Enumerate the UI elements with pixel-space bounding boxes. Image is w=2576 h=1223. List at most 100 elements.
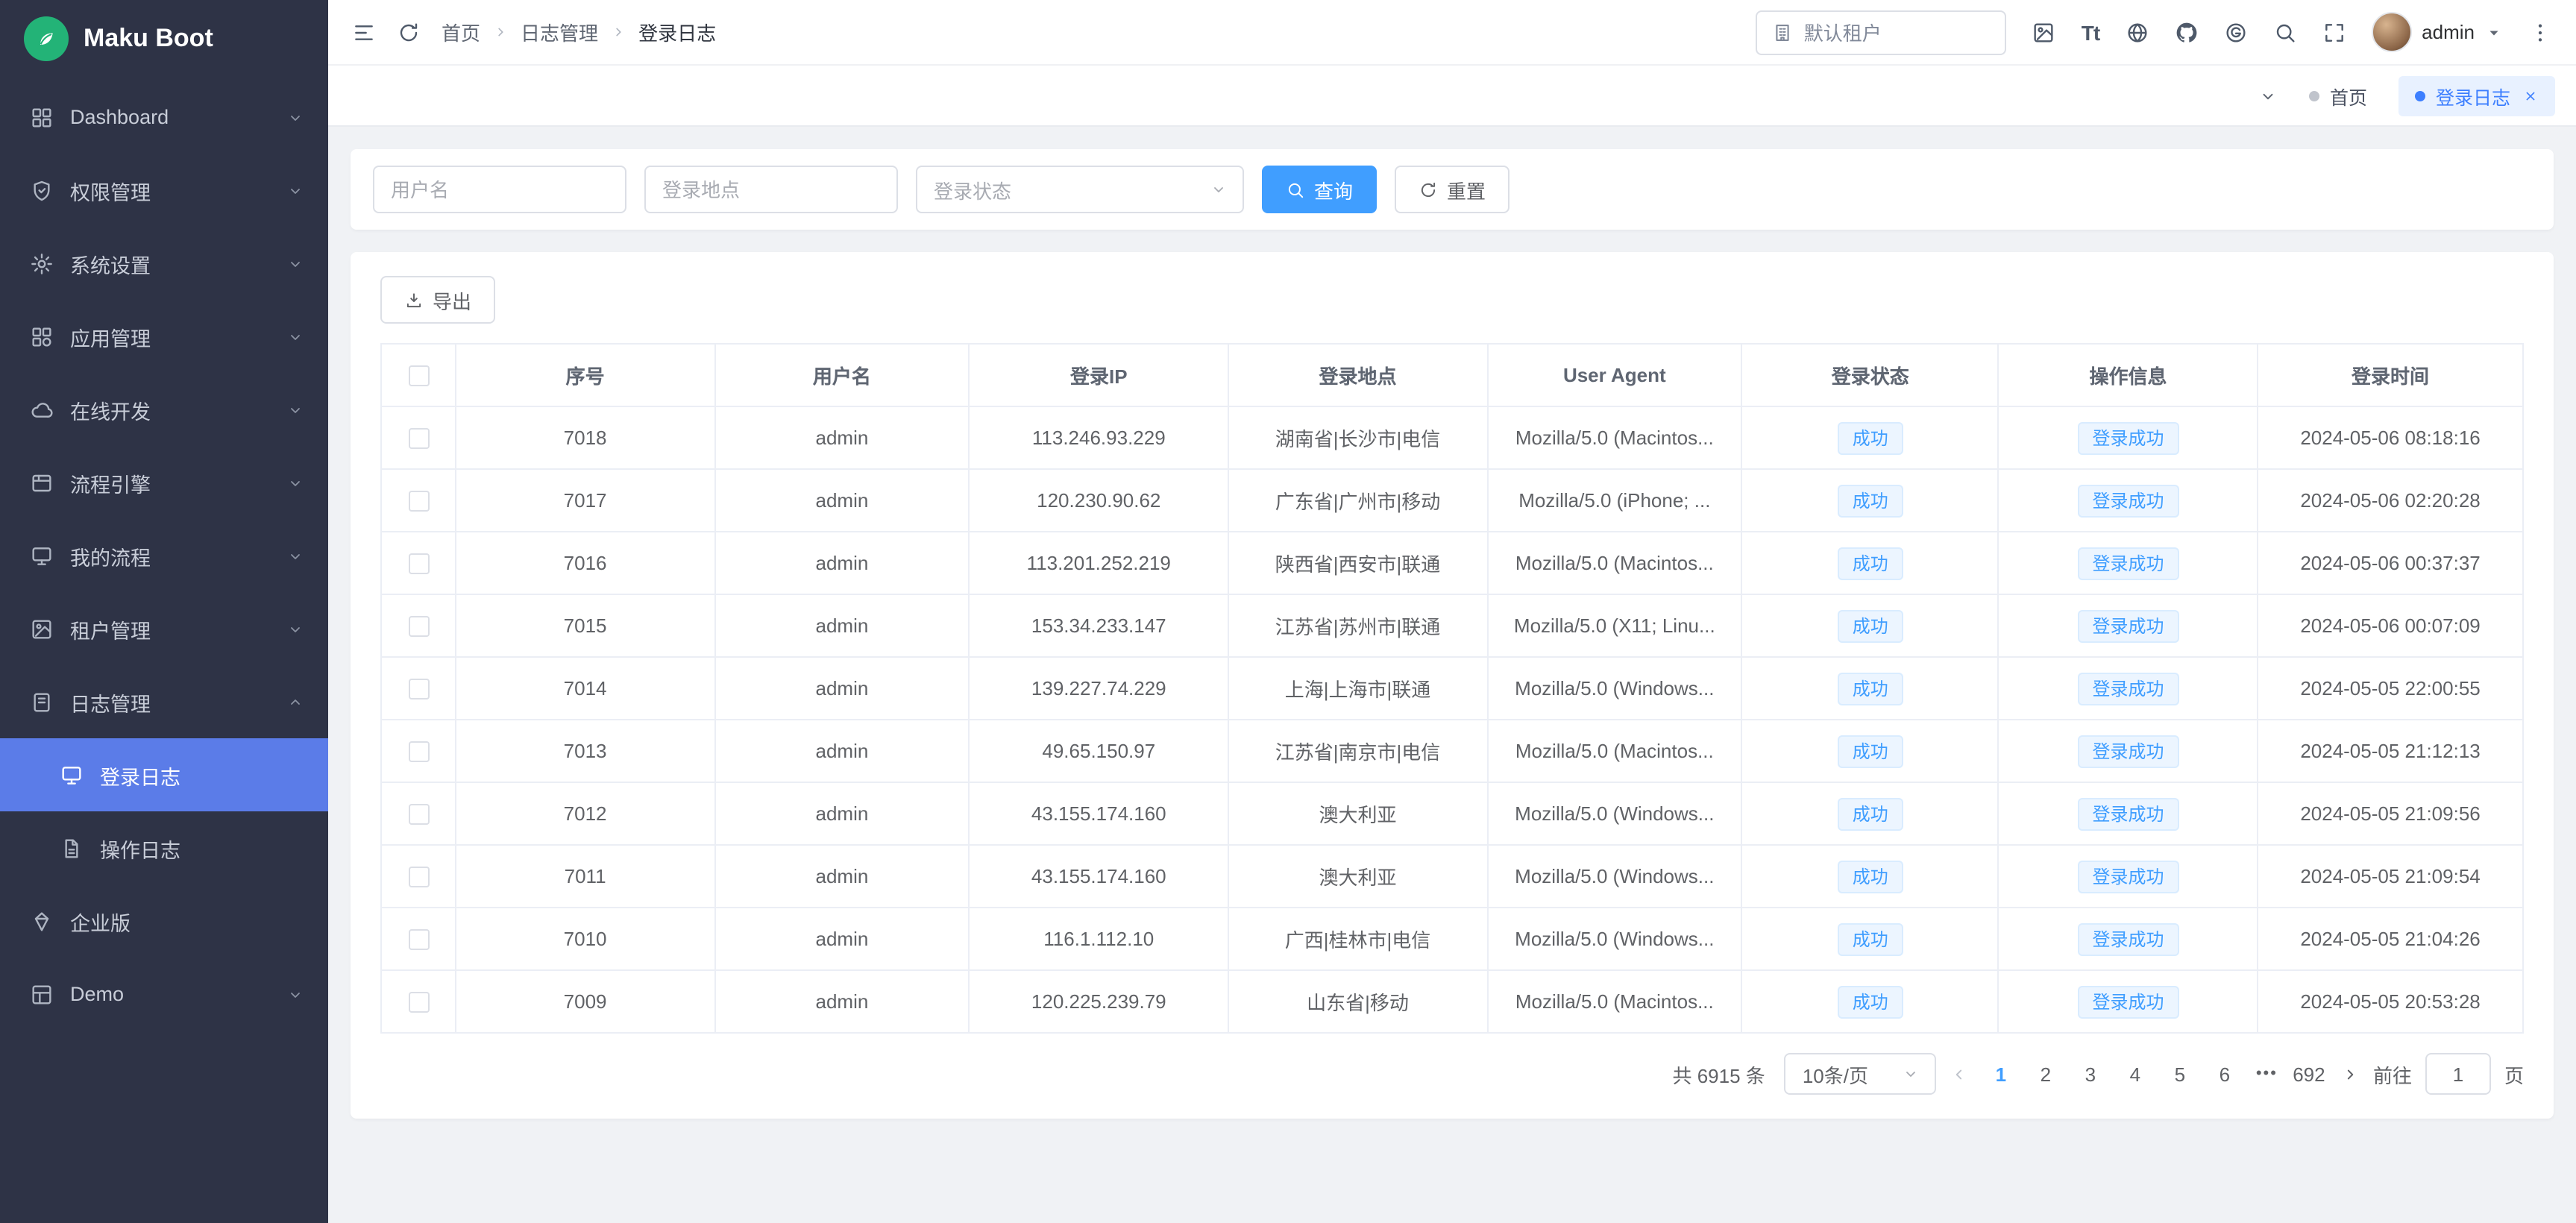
table-row: 7015 admin 153.34.233.147 江苏省|苏州市|联通 Moz… [381, 594, 2523, 657]
tenant-select[interactable]: 默认租户 [1756, 10, 2007, 54]
table-body: 7018 admin 113.246.93.229 湖南省|长沙市|电信 Moz… [381, 406, 2523, 1033]
cell-username: admin [714, 782, 970, 845]
row-checkbox[interactable] [408, 928, 429, 949]
collapse-sidebar-icon[interactable] [352, 20, 376, 44]
cell-ip: 43.155.174.160 [970, 845, 1228, 908]
language-icon[interactable] [2125, 20, 2149, 44]
row-checkbox[interactable] [408, 490, 429, 511]
building-icon [1773, 22, 1794, 43]
sidebar-item[interactable]: 登录日志 [0, 738, 328, 811]
search-button[interactable]: 查询 [1262, 166, 1377, 213]
sidebar-item[interactable]: 应用管理 [0, 300, 328, 373]
status-select[interactable]: 登录状态 [916, 166, 1244, 213]
prev-page-icon[interactable] [1950, 1064, 1970, 1084]
row-checkbox[interactable] [408, 553, 429, 573]
status-tag: 成功 [1838, 547, 1903, 579]
pages-ellipsis[interactable]: ••• [2256, 1065, 2278, 1083]
cell-status: 成功 [1742, 782, 1999, 845]
cell-operation: 登录成功 [1999, 782, 2258, 845]
row-checkbox[interactable] [408, 991, 429, 1012]
page-number[interactable]: 2 [2028, 1063, 2064, 1085]
page-number[interactable]: 6 [2207, 1063, 2243, 1085]
login-log-table: 序号 用户名 登录IP 登录地点 User Agent 登录状态 [380, 343, 2524, 1034]
font-size-icon[interactable]: Tt [2082, 20, 2099, 44]
sidebar-item[interactable]: 系统设置 [0, 227, 328, 300]
search-icon[interactable] [2272, 20, 2296, 44]
user-name: admin [2422, 21, 2475, 43]
sidebar-item[interactable]: 日志管理 [0, 665, 328, 738]
header-icon-strip: Tt [2032, 20, 2346, 44]
gallery-icon[interactable] [2032, 20, 2056, 44]
gitee-icon[interactable] [2223, 20, 2247, 44]
status-tag: 成功 [1838, 735, 1903, 767]
row-checkbox[interactable] [408, 678, 429, 699]
next-page-icon[interactable] [2340, 1064, 2360, 1084]
cell-time: 2024-05-05 21:09:56 [2258, 782, 2523, 845]
page-number[interactable]: 1 [1983, 1063, 2019, 1085]
last-page-button[interactable]: 692 [2291, 1063, 2327, 1085]
search-form: 登录状态 查询 重置 [351, 149, 2554, 230]
sidebar-item[interactable]: 流程引擎 [0, 446, 328, 519]
github-icon[interactable] [2174, 20, 2198, 44]
sidebar-item-label: 在线开发 [70, 394, 270, 424]
chevron-down-icon [1210, 180, 1228, 198]
select-all-checkbox[interactable] [408, 365, 429, 386]
tab[interactable]: 首页 [2293, 75, 2384, 116]
kebab-menu-icon[interactable] [2528, 20, 2552, 44]
sidebar-item-label: 企业版 [70, 906, 288, 936]
cell-time: 2024-05-06 02:20:28 [2258, 469, 2523, 532]
tenant-icon [30, 617, 54, 641]
row-checkbox[interactable] [408, 866, 429, 887]
sidebar-item[interactable]: 我的流程 [0, 519, 328, 592]
reset-button[interactable]: 重置 [1395, 166, 1510, 213]
sidebar-item[interactable]: 权限管理 [0, 154, 328, 227]
sidebar-item[interactable]: Demo [0, 958, 328, 1031]
page-number[interactable]: 4 [2117, 1063, 2153, 1085]
location-input[interactable] [644, 166, 898, 213]
cell-operation: 登录成功 [1999, 406, 2258, 469]
operation-tag: 登录成功 [2077, 860, 2178, 893]
column-header: 登录时间 [2258, 344, 2523, 406]
tab-close-icon[interactable] [2522, 87, 2539, 104]
user-menu[interactable]: admin [2371, 12, 2503, 52]
fullscreen-icon[interactable] [2322, 20, 2346, 44]
cell-time: 2024-05-06 00:07:09 [2258, 594, 2523, 657]
export-button[interactable]: 导出 [380, 276, 495, 324]
row-checkbox[interactable] [408, 427, 429, 448]
table-card: 导出 [351, 252, 2554, 1119]
breadcrumb-item[interactable]: 首页 [442, 18, 480, 46]
table-row: 7016 admin 113.201.252.219 陕西省|西安市|联通 Mo… [381, 532, 2523, 594]
sidebar-item[interactable]: Dashboard [0, 81, 328, 154]
cell-username: admin [714, 720, 970, 782]
cell-user-agent: Mozilla/5.0 (iPhone; ... [1487, 469, 1742, 532]
sidebar-item[interactable]: 操作日志 [0, 811, 328, 884]
cell-operation: 登录成功 [1999, 469, 2258, 532]
cell-status: 成功 [1742, 532, 1999, 594]
row-checkbox[interactable] [408, 803, 429, 824]
sidebar-item[interactable]: 在线开发 [0, 373, 328, 446]
cell-operation: 登录成功 [1999, 720, 2258, 782]
tabs-dropdown-icon[interactable] [2258, 86, 2278, 105]
breadcrumb-item[interactable]: 日志管理 [521, 18, 598, 46]
main-area: 首页 日志管理 登录日志 默认租户 [328, 0, 2576, 1223]
operation-tag: 登录成功 [2077, 922, 2178, 955]
sidebar-menu: Dashboard 权限管理 系统设置 应用管理 [0, 78, 328, 1223]
row-checkbox[interactable] [408, 615, 429, 636]
username-input[interactable] [373, 166, 626, 213]
operation-tag: 登录成功 [2077, 421, 2178, 454]
refresh-icon[interactable] [397, 20, 421, 44]
page-number[interactable]: 3 [2073, 1063, 2108, 1085]
cell-operation: 登录成功 [1999, 594, 2258, 657]
cell-location: 湖南省|长沙市|电信 [1228, 406, 1487, 469]
page-size-select[interactable]: 10条/页 [1785, 1053, 1937, 1095]
sidebar-item[interactable]: 企业版 [0, 884, 328, 958]
column-header: 登录状态 [1742, 344, 1999, 406]
sidebar-item[interactable]: 租户管理 [0, 592, 328, 665]
goto-page-input[interactable] [2425, 1053, 2491, 1095]
sidebar-item-label: 租户管理 [70, 614, 270, 644]
page-number[interactable]: 5 [2162, 1063, 2198, 1085]
tab[interactable]: 登录日志 [2398, 75, 2555, 116]
breadcrumb-item[interactable]: 登录日志 [638, 18, 716, 46]
row-checkbox[interactable] [408, 741, 429, 761]
cell-ip: 153.34.233.147 [970, 594, 1228, 657]
